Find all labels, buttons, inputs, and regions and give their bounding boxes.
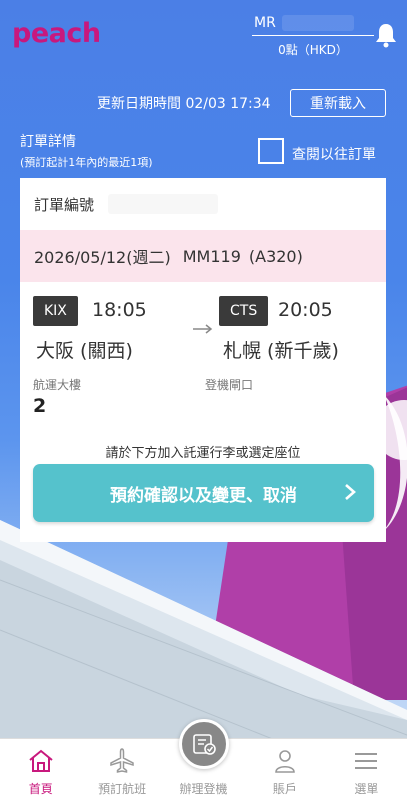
past-orders-label[interactable]: 查閱以往訂單 bbox=[292, 144, 376, 164]
flight-number: MM119 bbox=[182, 246, 241, 266]
bottom-nav: 首頁 預訂航班 辦理登機 賬戶 選單 bbox=[0, 719, 407, 800]
bell-icon[interactable] bbox=[375, 22, 397, 48]
departure-city: 大阪 (關西) bbox=[36, 340, 133, 362]
order-number-label: 訂單編號 bbox=[34, 195, 95, 214]
baggage-seat-hint: 請於下方加入託運行李或選定座位 bbox=[105, 446, 301, 461]
nav-account[interactable]: 賬戶 bbox=[244, 739, 325, 800]
manage-booking-label: 預約確認以及變更、取消 bbox=[110, 485, 297, 506]
manage-booking-button[interactable]: 預約確認以及變更、取消 bbox=[33, 464, 374, 522]
terminal-value: 2 bbox=[33, 395, 47, 417]
nav-menu-label: 選單 bbox=[354, 782, 379, 796]
redacted-name bbox=[281, 15, 354, 31]
user-points: 0點（HKD） bbox=[278, 43, 348, 57]
departure-code: KIX bbox=[33, 296, 78, 326]
arrival-city: 札幌 (新千歲) bbox=[223, 340, 339, 362]
terminal-label: 航運大樓 bbox=[33, 378, 82, 392]
flight-date: 2026/05/12(週二) bbox=[34, 248, 171, 267]
nav-menu[interactable]: 選單 bbox=[326, 739, 407, 800]
reload-button[interactable]: 重新載入 bbox=[290, 89, 386, 117]
nav-account-label: 賬戶 bbox=[272, 782, 297, 796]
user-name: MR bbox=[252, 12, 374, 34]
nav-book-flight-label: 預訂航班 bbox=[98, 782, 147, 796]
flight-info-row: 2026/05/12(週二) MM119 (A320) bbox=[20, 230, 386, 282]
nav-book-flight[interactable]: 預訂航班 bbox=[81, 739, 162, 800]
arrow-right-icon bbox=[193, 324, 213, 334]
order-details-subheading: (預訂起計1年內的最近1項) bbox=[20, 156, 153, 169]
updated-timestamp: 更新日期時間 02/03 17:34 bbox=[97, 96, 271, 112]
gate-label: 登機閘口 bbox=[205, 378, 254, 392]
checkin-icon bbox=[192, 734, 216, 755]
checkin-fab[interactable] bbox=[178, 719, 229, 769]
user-icon bbox=[275, 750, 295, 773]
menu-icon bbox=[355, 753, 378, 769]
home-icon bbox=[29, 749, 53, 772]
order-details-heading: 訂單詳情 bbox=[20, 134, 76, 150]
aircraft-type: (A320) bbox=[248, 246, 303, 266]
nav-checkin[interactable]: 辦理登機 bbox=[163, 719, 244, 800]
arrival-time: 20:05 bbox=[278, 299, 333, 321]
redacted-order-number bbox=[108, 194, 219, 214]
plane-icon bbox=[110, 748, 134, 773]
user-account-box[interactable]: MR 0點（HKD） bbox=[252, 12, 374, 58]
user-underline bbox=[252, 35, 374, 36]
arrival-code: CTS bbox=[219, 296, 269, 326]
chevron-right-icon bbox=[345, 484, 356, 500]
nav-checkin-label: 辦理登機 bbox=[179, 782, 228, 796]
order-number-row: 訂單編號 bbox=[20, 178, 386, 230]
departure-time: 18:05 bbox=[92, 299, 147, 321]
nav-home[interactable]: 首頁 bbox=[0, 739, 81, 800]
aircraft-wing-illustration bbox=[0, 520, 407, 750]
past-orders-checkbox[interactable] bbox=[258, 138, 284, 164]
nav-home-label: 首頁 bbox=[28, 782, 53, 796]
booking-card: 訂單編號 2026/05/12(週二) MM119 (A320) KIX 18:… bbox=[20, 178, 386, 542]
peach-logo: peach bbox=[12, 18, 101, 49]
